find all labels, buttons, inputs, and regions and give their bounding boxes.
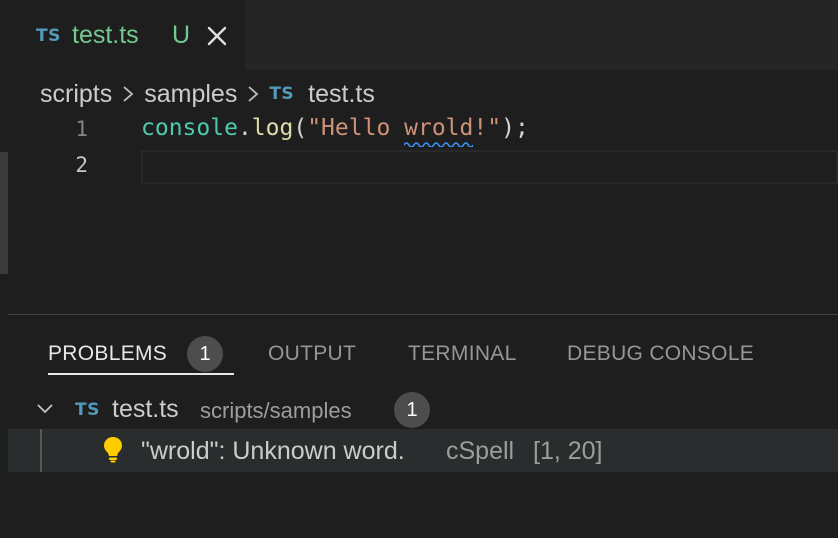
typescript-file-icon: TS <box>75 400 100 420</box>
misspelled-word-text: wrold <box>404 115 474 141</box>
tab-test-ts[interactable]: TS test.ts U <box>0 0 245 70</box>
problem-message: "wrold": Unknown word. <box>141 437 405 465</box>
editor-overview-scrollbar[interactable] <box>0 152 8 274</box>
untracked-status-badge: U <box>172 21 191 49</box>
code-token-method: log <box>251 115 294 141</box>
problem-position: [1, 20] <box>533 437 603 465</box>
code-token-string-end: !" <box>473 115 502 141</box>
code-token-object: console <box>141 115 238 141</box>
tree-indent-guide <box>40 429 42 472</box>
breadcrumb-samples[interactable]: samples <box>144 80 237 109</box>
chevron-right-icon <box>123 86 134 102</box>
problem-item[interactable]: "wrold": Unknown word. cSpell [1, 20] <box>8 429 838 472</box>
code-line-1[interactable]: console.log("Hello wrold !"); <box>141 115 529 147</box>
tab-title: test.ts <box>72 21 139 49</box>
breadcrumb-scripts[interactable]: scripts <box>40 80 112 109</box>
typescript-file-icon: TS <box>269 84 295 104</box>
problems-file-row[interactable]: TS test.ts scripts/samples 1 <box>8 390 838 430</box>
breadcrumb-file-label: test.ts <box>308 79 375 108</box>
panel-tab-bar: PROBLEMS 1 OUTPUT TERMINAL DEBUG CONSOLE <box>8 315 838 385</box>
vscode-window: TS test.ts U scripts samples TS test.ts … <box>0 0 838 538</box>
active-tab-indicator <box>48 373 234 375</box>
chevron-right-icon <box>248 86 259 102</box>
code-token-paren-close: ); <box>501 115 529 141</box>
chevron-down-icon[interactable] <box>36 402 54 416</box>
code-token-string-start: "Hello <box>307 115 405 141</box>
code-token-paren-open: ( <box>293 115 308 141</box>
line-number: 2 <box>75 153 88 177</box>
current-line-highlight[interactable] <box>141 150 838 184</box>
breadcrumb-file[interactable]: TS test.ts <box>269 80 375 109</box>
problems-file-name: test.ts <box>112 395 179 423</box>
bottom-panel: PROBLEMS 1 OUTPUT TERMINAL DEBUG CONSOLE… <box>8 314 838 538</box>
misspelled-word[interactable]: wrold <box>404 115 474 147</box>
tab-terminal[interactable]: TERMINAL <box>408 342 517 366</box>
close-icon[interactable] <box>205 24 229 48</box>
lightbulb-icon[interactable] <box>102 435 124 463</box>
tab-output[interactable]: OUTPUT <box>268 342 356 366</box>
tab-problems[interactable]: PROBLEMS <box>48 342 167 366</box>
code-token-dot: . <box>237 115 252 141</box>
line-number: 1 <box>75 117 88 141</box>
tab-debug-console[interactable]: DEBUG CONSOLE <box>567 342 754 366</box>
problems-file-path: scripts/samples <box>200 398 352 423</box>
typescript-file-icon: TS <box>36 26 61 46</box>
breadcrumb: scripts samples TS test.ts <box>40 78 375 110</box>
editor-tab-bar: TS test.ts U <box>0 0 838 70</box>
spelling-squiggle <box>404 142 474 147</box>
file-problem-count-badge: 1 <box>394 392 430 428</box>
problems-count-badge: 1 <box>187 336 223 372</box>
problem-source: cSpell <box>446 437 515 465</box>
